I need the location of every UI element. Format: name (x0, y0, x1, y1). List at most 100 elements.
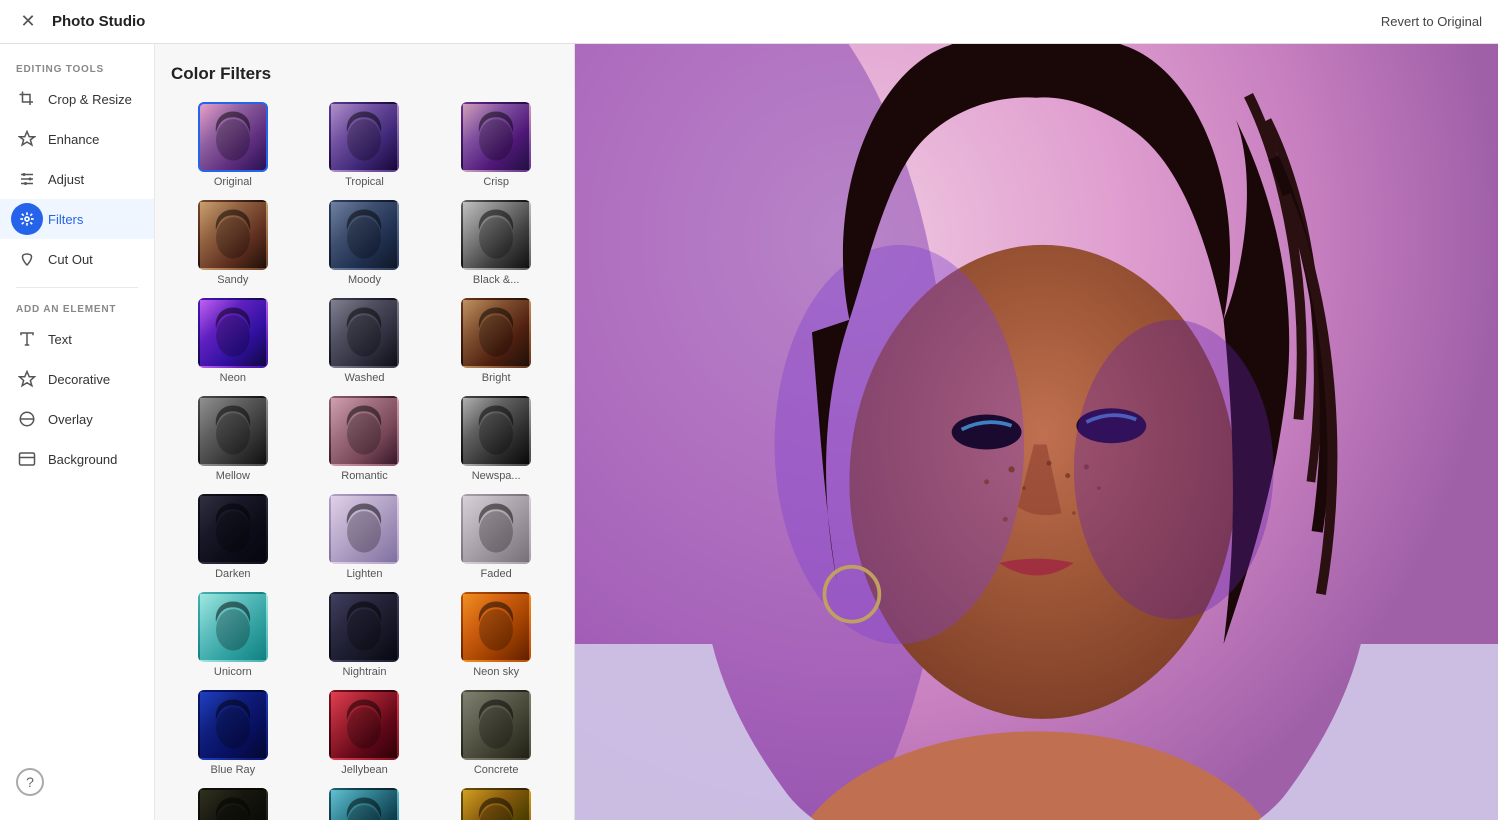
filter-label-tropical: Tropical (345, 176, 384, 188)
sidebar-item-label: Adjust (48, 172, 84, 187)
topbar: ✕ Photo Studio Revert to Original (0, 0, 1498, 44)
add-element-label: ADD AN ELEMENT (0, 296, 154, 319)
filter-item-blackwhite[interactable]: Black &... (434, 198, 558, 288)
sidebar-item-enhance[interactable]: Enhance (0, 119, 154, 159)
main-layout: EDITING TOOLS Crop & Resize Enhance (0, 44, 1498, 820)
filter-item-neonsky[interactable]: Neon sky (434, 590, 558, 680)
filter-thumb-original (198, 102, 268, 172)
sidebar-divider (16, 287, 138, 288)
filter-label-bright: Bright (482, 372, 511, 384)
overlay-icon (16, 408, 38, 430)
filter-thumb-bright (461, 298, 531, 368)
filters-title: Color Filters (171, 64, 558, 84)
help-button[interactable]: ? (16, 768, 44, 796)
filter-label-neonsky: Neon sky (473, 666, 519, 678)
text-icon (16, 328, 38, 350)
sidebar-item-cutout[interactable]: Cut Out (0, 239, 154, 279)
filter-label-faded: Faded (481, 568, 512, 580)
sidebar-item-label: Cut Out (48, 252, 93, 267)
filter-item-concrete[interactable]: Concrete (434, 688, 558, 778)
filter-thumb-row7a (198, 788, 268, 820)
filter-thumb-tropical (329, 102, 399, 172)
filter-item-jellybean[interactable]: Jellybean (303, 688, 427, 778)
filter-label-washed: Washed (345, 372, 385, 384)
filter-label-moody: Moody (348, 274, 381, 286)
filter-thumb-unicorn (198, 592, 268, 662)
filter-item-sandy[interactable]: Sandy (171, 198, 295, 288)
filter-label-blueray: Blue Ray (211, 764, 256, 776)
filter-item-newspaper[interactable]: Newspa... (434, 394, 558, 484)
filter-label-crisp: Crisp (483, 176, 509, 188)
filter-item-tropical[interactable]: Tropical (303, 100, 427, 190)
filter-thumb-blueray (198, 690, 268, 760)
filter-thumb-row7b (329, 788, 399, 820)
filter-thumb-neon (198, 298, 268, 368)
filter-label-nightrain: Nightrain (342, 666, 386, 678)
filter-item-row7b[interactable] (303, 786, 427, 820)
sidebar-item-label: Decorative (48, 372, 110, 387)
revert-button[interactable]: Revert to Original (1381, 14, 1482, 29)
filter-item-neon[interactable]: Neon (171, 296, 295, 386)
background-icon (16, 448, 38, 470)
sidebar-item-label: Enhance (48, 132, 99, 147)
filter-label-romantic: Romantic (341, 470, 387, 482)
sidebar-item-background[interactable]: Background (0, 439, 154, 479)
filter-item-crisp[interactable]: Crisp (434, 100, 558, 190)
editing-tools-label: EDITING TOOLS (0, 56, 154, 79)
filter-thumb-nightrain (329, 592, 399, 662)
filter-thumb-crisp (461, 102, 531, 172)
sidebar-item-label: Overlay (48, 412, 93, 427)
crop-icon (16, 88, 38, 110)
filter-item-washed[interactable]: Washed (303, 296, 427, 386)
sidebar-item-overlay[interactable]: Overlay (0, 399, 154, 439)
filter-thumb-concrete (461, 690, 531, 760)
filter-thumb-row7c (461, 788, 531, 820)
sidebar-item-adjust[interactable]: Adjust (0, 159, 154, 199)
sidebar-item-label: Crop & Resize (48, 92, 132, 107)
adjust-icon (16, 168, 38, 190)
filter-item-row7a[interactable] (171, 786, 295, 820)
filter-thumb-darken (198, 494, 268, 564)
filter-thumb-lighten (329, 494, 399, 564)
filter-thumb-mellow (198, 396, 268, 466)
filter-thumb-washed (329, 298, 399, 368)
filters-icon (16, 208, 38, 230)
sidebar-item-label: Background (48, 452, 117, 467)
filter-item-romantic[interactable]: Romantic (303, 394, 427, 484)
filter-item-unicorn[interactable]: Unicorn (171, 590, 295, 680)
filters-panel-inner: Color Filters Original Tropical Crisp Sandy… (155, 44, 574, 820)
filter-item-row7c[interactable] (434, 786, 558, 820)
filter-item-original[interactable]: Original (171, 100, 295, 190)
filter-label-concrete: Concrete (474, 764, 519, 776)
filter-thumb-sandy (198, 200, 268, 270)
filter-item-bright[interactable]: Bright (434, 296, 558, 386)
filter-label-blackwhite: Black &... (473, 274, 519, 286)
filter-label-jellybean: Jellybean (341, 764, 387, 776)
cutout-icon (16, 248, 38, 270)
canvas-area (575, 44, 1498, 820)
filter-label-sandy: Sandy (217, 274, 248, 286)
sidebar-item-filters[interactable]: Filters (0, 199, 154, 239)
filter-thumb-faded (461, 494, 531, 564)
filter-thumb-jellybean (329, 690, 399, 760)
sidebar-item-decorative[interactable]: Decorative (0, 359, 154, 399)
filter-item-lighten[interactable]: Lighten (303, 492, 427, 582)
filter-item-moody[interactable]: Moody (303, 198, 427, 288)
filter-item-faded[interactable]: Faded (434, 492, 558, 582)
filter-item-blueray[interactable]: Blue Ray (171, 688, 295, 778)
filter-label-lighten: Lighten (346, 568, 382, 580)
filter-thumb-romantic (329, 396, 399, 466)
sidebar-item-crop[interactable]: Crop & Resize (0, 79, 154, 119)
filter-label-darken: Darken (215, 568, 250, 580)
sidebar-item-text[interactable]: Text (0, 319, 154, 359)
filter-label-unicorn: Unicorn (214, 666, 252, 678)
filter-item-darken[interactable]: Darken (171, 492, 295, 582)
filter-label-newspaper: Newspa... (472, 470, 521, 482)
filter-item-nightrain[interactable]: Nightrain (303, 590, 427, 680)
close-button[interactable]: ✕ (16, 10, 40, 34)
filters-grid: Original Tropical Crisp Sandy Moody Black &..… (171, 100, 558, 820)
filter-label-mellow: Mellow (216, 470, 250, 482)
filter-label-original: Original (214, 176, 252, 188)
filter-item-mellow[interactable]: Mellow (171, 394, 295, 484)
filters-panel: Color Filters Original Tropical Crisp Sandy… (155, 44, 575, 820)
